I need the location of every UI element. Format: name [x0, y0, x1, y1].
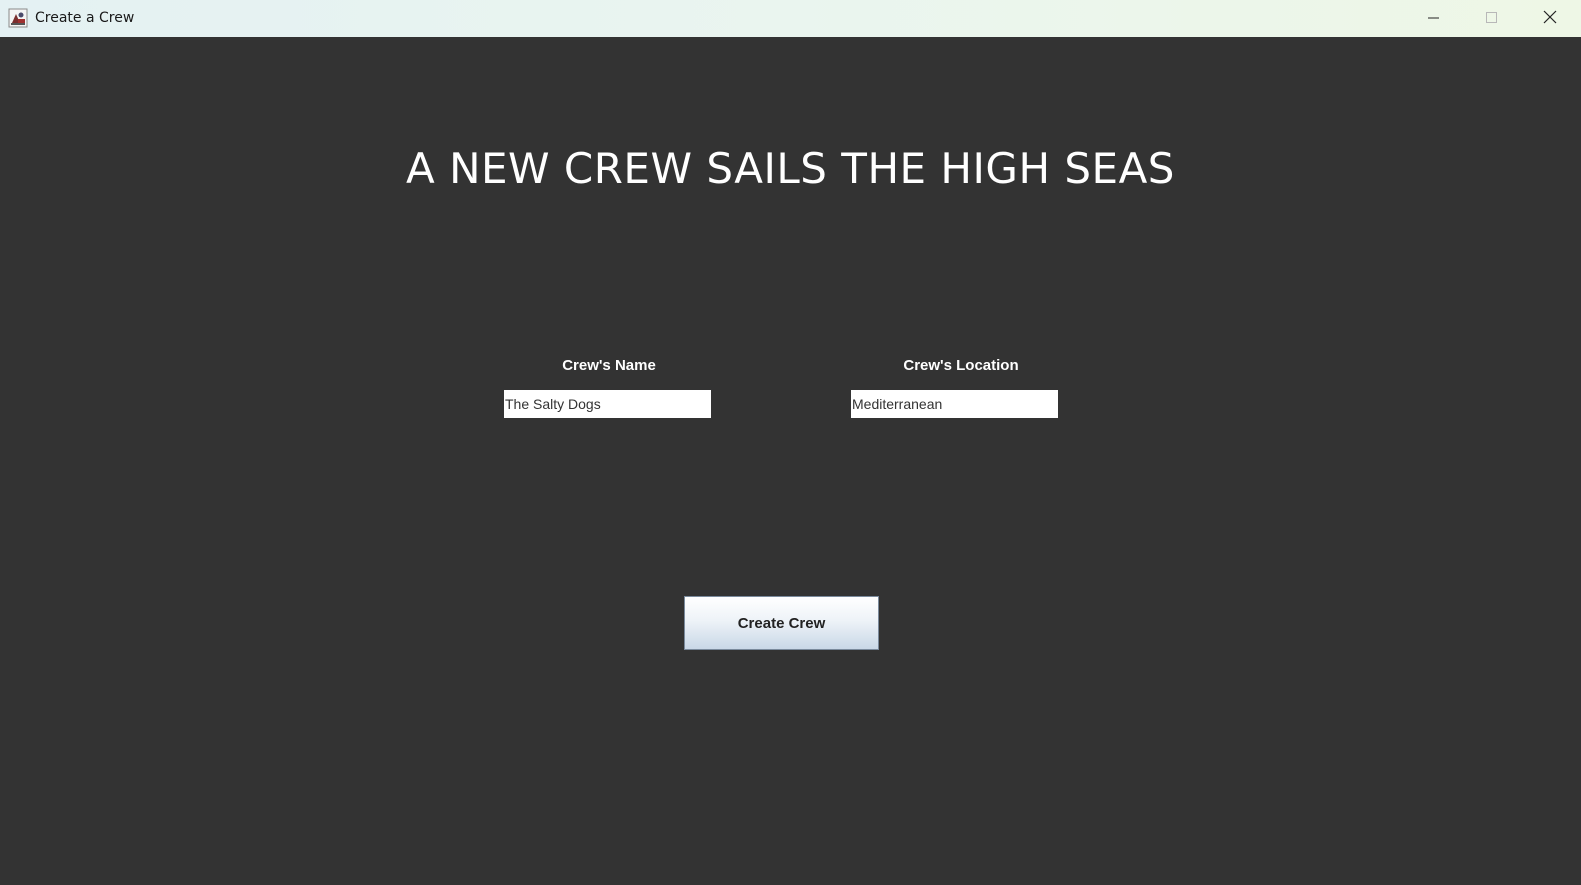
create-crew-button[interactable]: Create Crew: [684, 596, 879, 650]
crew-name-input[interactable]: [504, 390, 711, 418]
window-titlebar[interactable]: Create a Crew: [0, 0, 1581, 37]
minimize-icon: [1428, 9, 1440, 28]
crew-name-label: Crew's Name: [562, 357, 656, 374]
close-icon: [1543, 9, 1557, 28]
java-app-icon: [8, 8, 28, 28]
crew-location-input[interactable]: [851, 390, 1058, 418]
crew-location-label: Crew's Location: [903, 357, 1019, 374]
page-title: A NEW CREW SAILS THE HIGH SEAS: [406, 144, 1175, 193]
window-title: Create a Crew: [35, 10, 135, 26]
maximize-icon: [1486, 9, 1498, 28]
main-panel: A NEW CREW SAILS THE HIGH SEAS Crew's Na…: [0, 37, 1581, 885]
maximize-button[interactable]: [1463, 0, 1521, 37]
minimize-button[interactable]: [1405, 0, 1463, 37]
close-button[interactable]: [1521, 0, 1579, 37]
